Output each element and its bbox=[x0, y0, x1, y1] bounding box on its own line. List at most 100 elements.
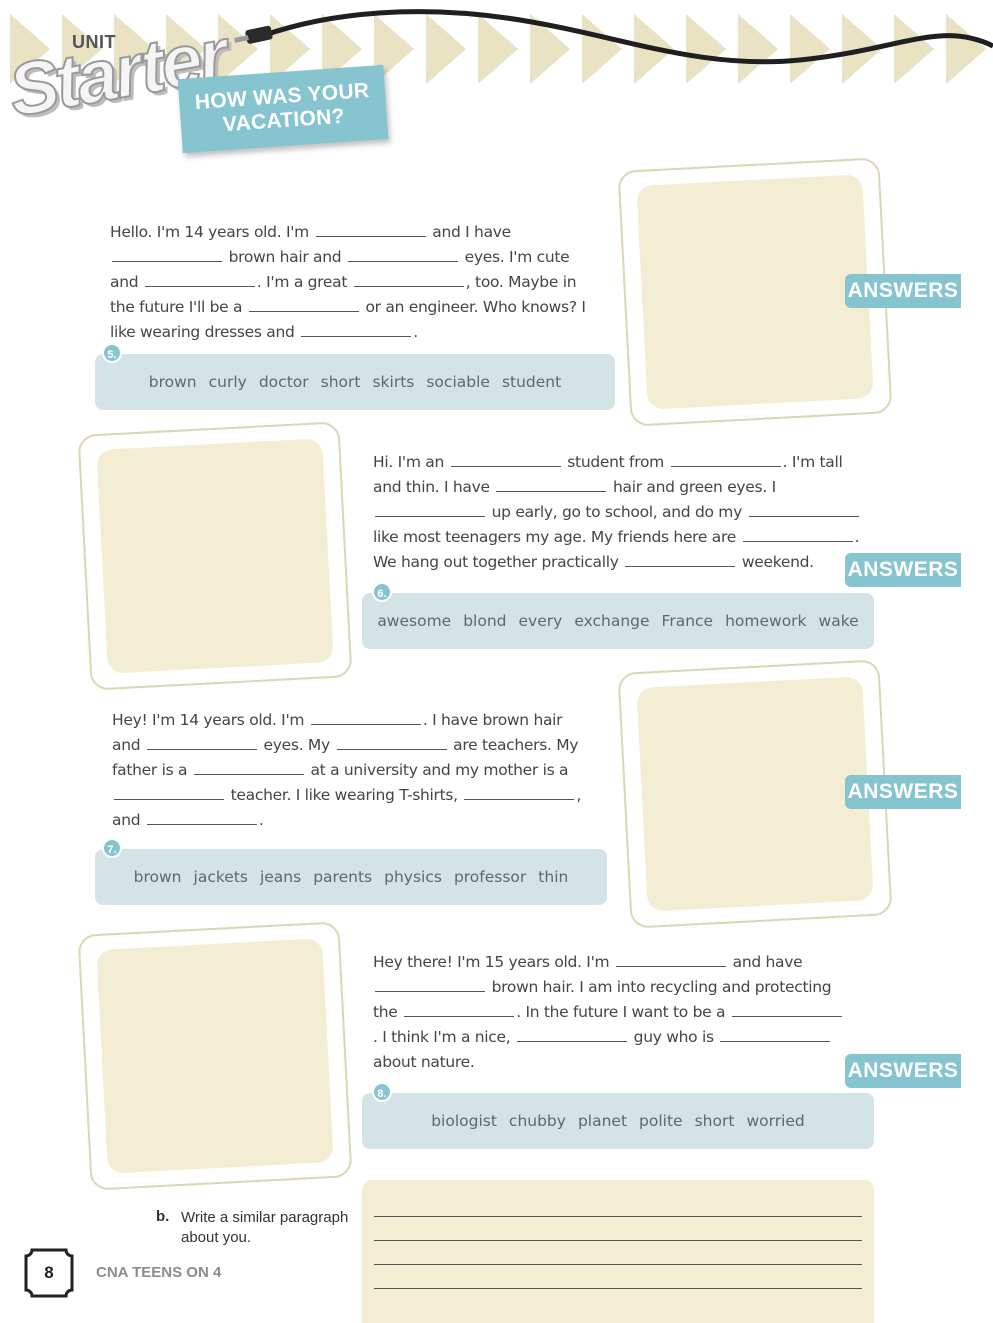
answer-blank[interactable] bbox=[114, 786, 224, 800]
text-segment: up early, go to school, and do my bbox=[491, 503, 743, 521]
exercise-number-8: 8. bbox=[372, 1082, 392, 1102]
word-bank-item: student bbox=[501, 373, 562, 391]
text-segment: like most teenagers my age. My friends h… bbox=[373, 528, 736, 546]
answer-blank[interactable] bbox=[464, 786, 575, 800]
answer-blank[interactable] bbox=[144, 273, 255, 287]
exercise-5-paragraph: Hello. I'm 14 years old. I'm and I have … bbox=[110, 220, 590, 345]
word-bank-item: thin bbox=[538, 868, 569, 886]
word-bank-item: every bbox=[518, 612, 563, 630]
text-segment: and have bbox=[732, 953, 803, 971]
photo-placeholder bbox=[96, 438, 334, 674]
word-bank-item: professor bbox=[453, 868, 527, 886]
writing-line[interactable] bbox=[374, 1264, 862, 1265]
answer-blank[interactable] bbox=[146, 811, 257, 825]
word-bank-item: polite bbox=[639, 1112, 683, 1130]
answer-blank[interactable] bbox=[720, 1028, 831, 1042]
writing-line[interactable] bbox=[374, 1240, 862, 1241]
answer-blank[interactable] bbox=[347, 248, 458, 262]
answers-tab-8[interactable]: ANSWERS bbox=[845, 1054, 961, 1088]
writing-line[interactable] bbox=[374, 1216, 862, 1217]
answer-blank[interactable] bbox=[353, 273, 464, 287]
exercise-number-6: 6. bbox=[372, 582, 392, 602]
word-bank-item: exchange bbox=[574, 612, 650, 630]
text-segment: Hey! I'm 14 years old. I'm bbox=[112, 711, 305, 729]
answer-blank[interactable] bbox=[375, 978, 485, 992]
answer-blank[interactable] bbox=[517, 1028, 628, 1042]
writing-line[interactable] bbox=[374, 1288, 862, 1289]
word-bank-item: parents bbox=[313, 868, 373, 886]
word-bank-item: doctor bbox=[258, 373, 309, 391]
text-segment: . I'm a great bbox=[256, 273, 348, 291]
word-bank-6: awesome blond every exchange France home… bbox=[362, 593, 874, 649]
answer-blank[interactable] bbox=[670, 453, 781, 467]
answer-blank[interactable] bbox=[748, 503, 859, 517]
task-instruction: Write a similar paragraph about you. bbox=[181, 1209, 349, 1246]
answer-blank[interactable] bbox=[625, 553, 736, 567]
answer-blank[interactable] bbox=[404, 1003, 515, 1017]
word-bank-item: jackets bbox=[193, 868, 248, 886]
text-segment: weekend. bbox=[741, 553, 814, 571]
answers-tab-5[interactable]: ANSWERS bbox=[845, 274, 961, 308]
word-bank-item: France bbox=[661, 612, 714, 630]
answer-blank[interactable] bbox=[496, 478, 607, 492]
answer-blank[interactable] bbox=[731, 1003, 842, 1017]
task-letter: b. bbox=[156, 1208, 170, 1225]
word-bank-item: short bbox=[320, 373, 361, 391]
text-segment: and I have bbox=[432, 223, 511, 241]
text-segment: student from bbox=[567, 453, 664, 471]
text-segment: about nature. bbox=[373, 1053, 475, 1071]
exercise-8-paragraph: Hey there! I'm 15 years old. I'm and hav… bbox=[373, 950, 848, 1075]
text-segment: eyes. My bbox=[263, 736, 331, 754]
text-segment: at a university and my mother is a bbox=[310, 761, 569, 779]
answer-blank[interactable] bbox=[112, 248, 222, 262]
answer-blank[interactable] bbox=[450, 453, 561, 467]
answer-blank[interactable] bbox=[310, 711, 421, 725]
text-segment: teacher. I like wearing T-shirts, bbox=[230, 786, 458, 804]
photo-frame-6 bbox=[77, 421, 353, 691]
word-bank-item: sociable bbox=[426, 373, 490, 391]
exercise-7-paragraph: Hey! I'm 14 years old. I'm . I have brow… bbox=[112, 708, 582, 833]
word-bank-item: wake bbox=[818, 612, 859, 630]
text-segment: Hi. I'm an bbox=[373, 453, 444, 471]
text-segment: . I think I'm a nice, bbox=[373, 1028, 511, 1046]
word-bank-item: homework bbox=[725, 612, 807, 630]
word-bank-item: skirts bbox=[372, 373, 415, 391]
answer-blank[interactable] bbox=[336, 736, 447, 750]
text-segment: Hello. I'm 14 years old. I'm bbox=[110, 223, 309, 241]
text-segment: . In the future I want to be a bbox=[516, 1003, 726, 1021]
exercise-number-5: 5. bbox=[102, 343, 122, 363]
answer-blank[interactable] bbox=[375, 503, 485, 517]
text-segment: . bbox=[258, 811, 264, 829]
word-bank-item: planet bbox=[577, 1112, 628, 1130]
text-segment: . bbox=[413, 323, 418, 341]
text-segment: guy who is bbox=[633, 1028, 714, 1046]
word-bank-item: brown bbox=[148, 373, 197, 391]
answer-blank[interactable] bbox=[248, 298, 359, 312]
word-bank-item: biologist bbox=[431, 1112, 497, 1130]
answer-blank[interactable] bbox=[742, 528, 853, 542]
page-title-banner: HOW WAS YOUR VACATION? bbox=[177, 64, 389, 154]
photo-placeholder bbox=[636, 676, 874, 912]
text-segment: brown hair and bbox=[228, 248, 342, 266]
writing-area[interactable] bbox=[362, 1180, 874, 1323]
exercise-number-7: 7. bbox=[102, 838, 122, 858]
answer-blank[interactable] bbox=[193, 761, 304, 775]
answer-blank[interactable] bbox=[146, 736, 257, 750]
word-bank-5: brown curly doctor short skirts sociable… bbox=[95, 354, 615, 410]
page-number: 8 bbox=[44, 1263, 54, 1282]
word-bank-item: awesome bbox=[377, 612, 452, 630]
word-bank-item: short bbox=[694, 1112, 735, 1130]
photo-placeholder bbox=[96, 938, 334, 1174]
answers-tab-7[interactable]: ANSWERS bbox=[845, 775, 961, 809]
word-bank-item: physics bbox=[384, 868, 442, 886]
text-segment: hair and green eyes. I bbox=[612, 478, 776, 496]
answer-blank[interactable] bbox=[315, 223, 426, 237]
answer-blank[interactable] bbox=[615, 953, 726, 967]
photo-frame-8 bbox=[77, 921, 353, 1191]
word-bank-7: brown jackets jeans parents physics prof… bbox=[95, 849, 607, 905]
word-bank-item: jeans bbox=[259, 868, 302, 886]
word-bank-item: brown bbox=[133, 868, 182, 886]
text-segment: Hey there! I'm 15 years old. I'm bbox=[373, 953, 610, 971]
word-bank-item: chubby bbox=[508, 1112, 566, 1130]
answer-blank[interactable] bbox=[301, 323, 412, 337]
